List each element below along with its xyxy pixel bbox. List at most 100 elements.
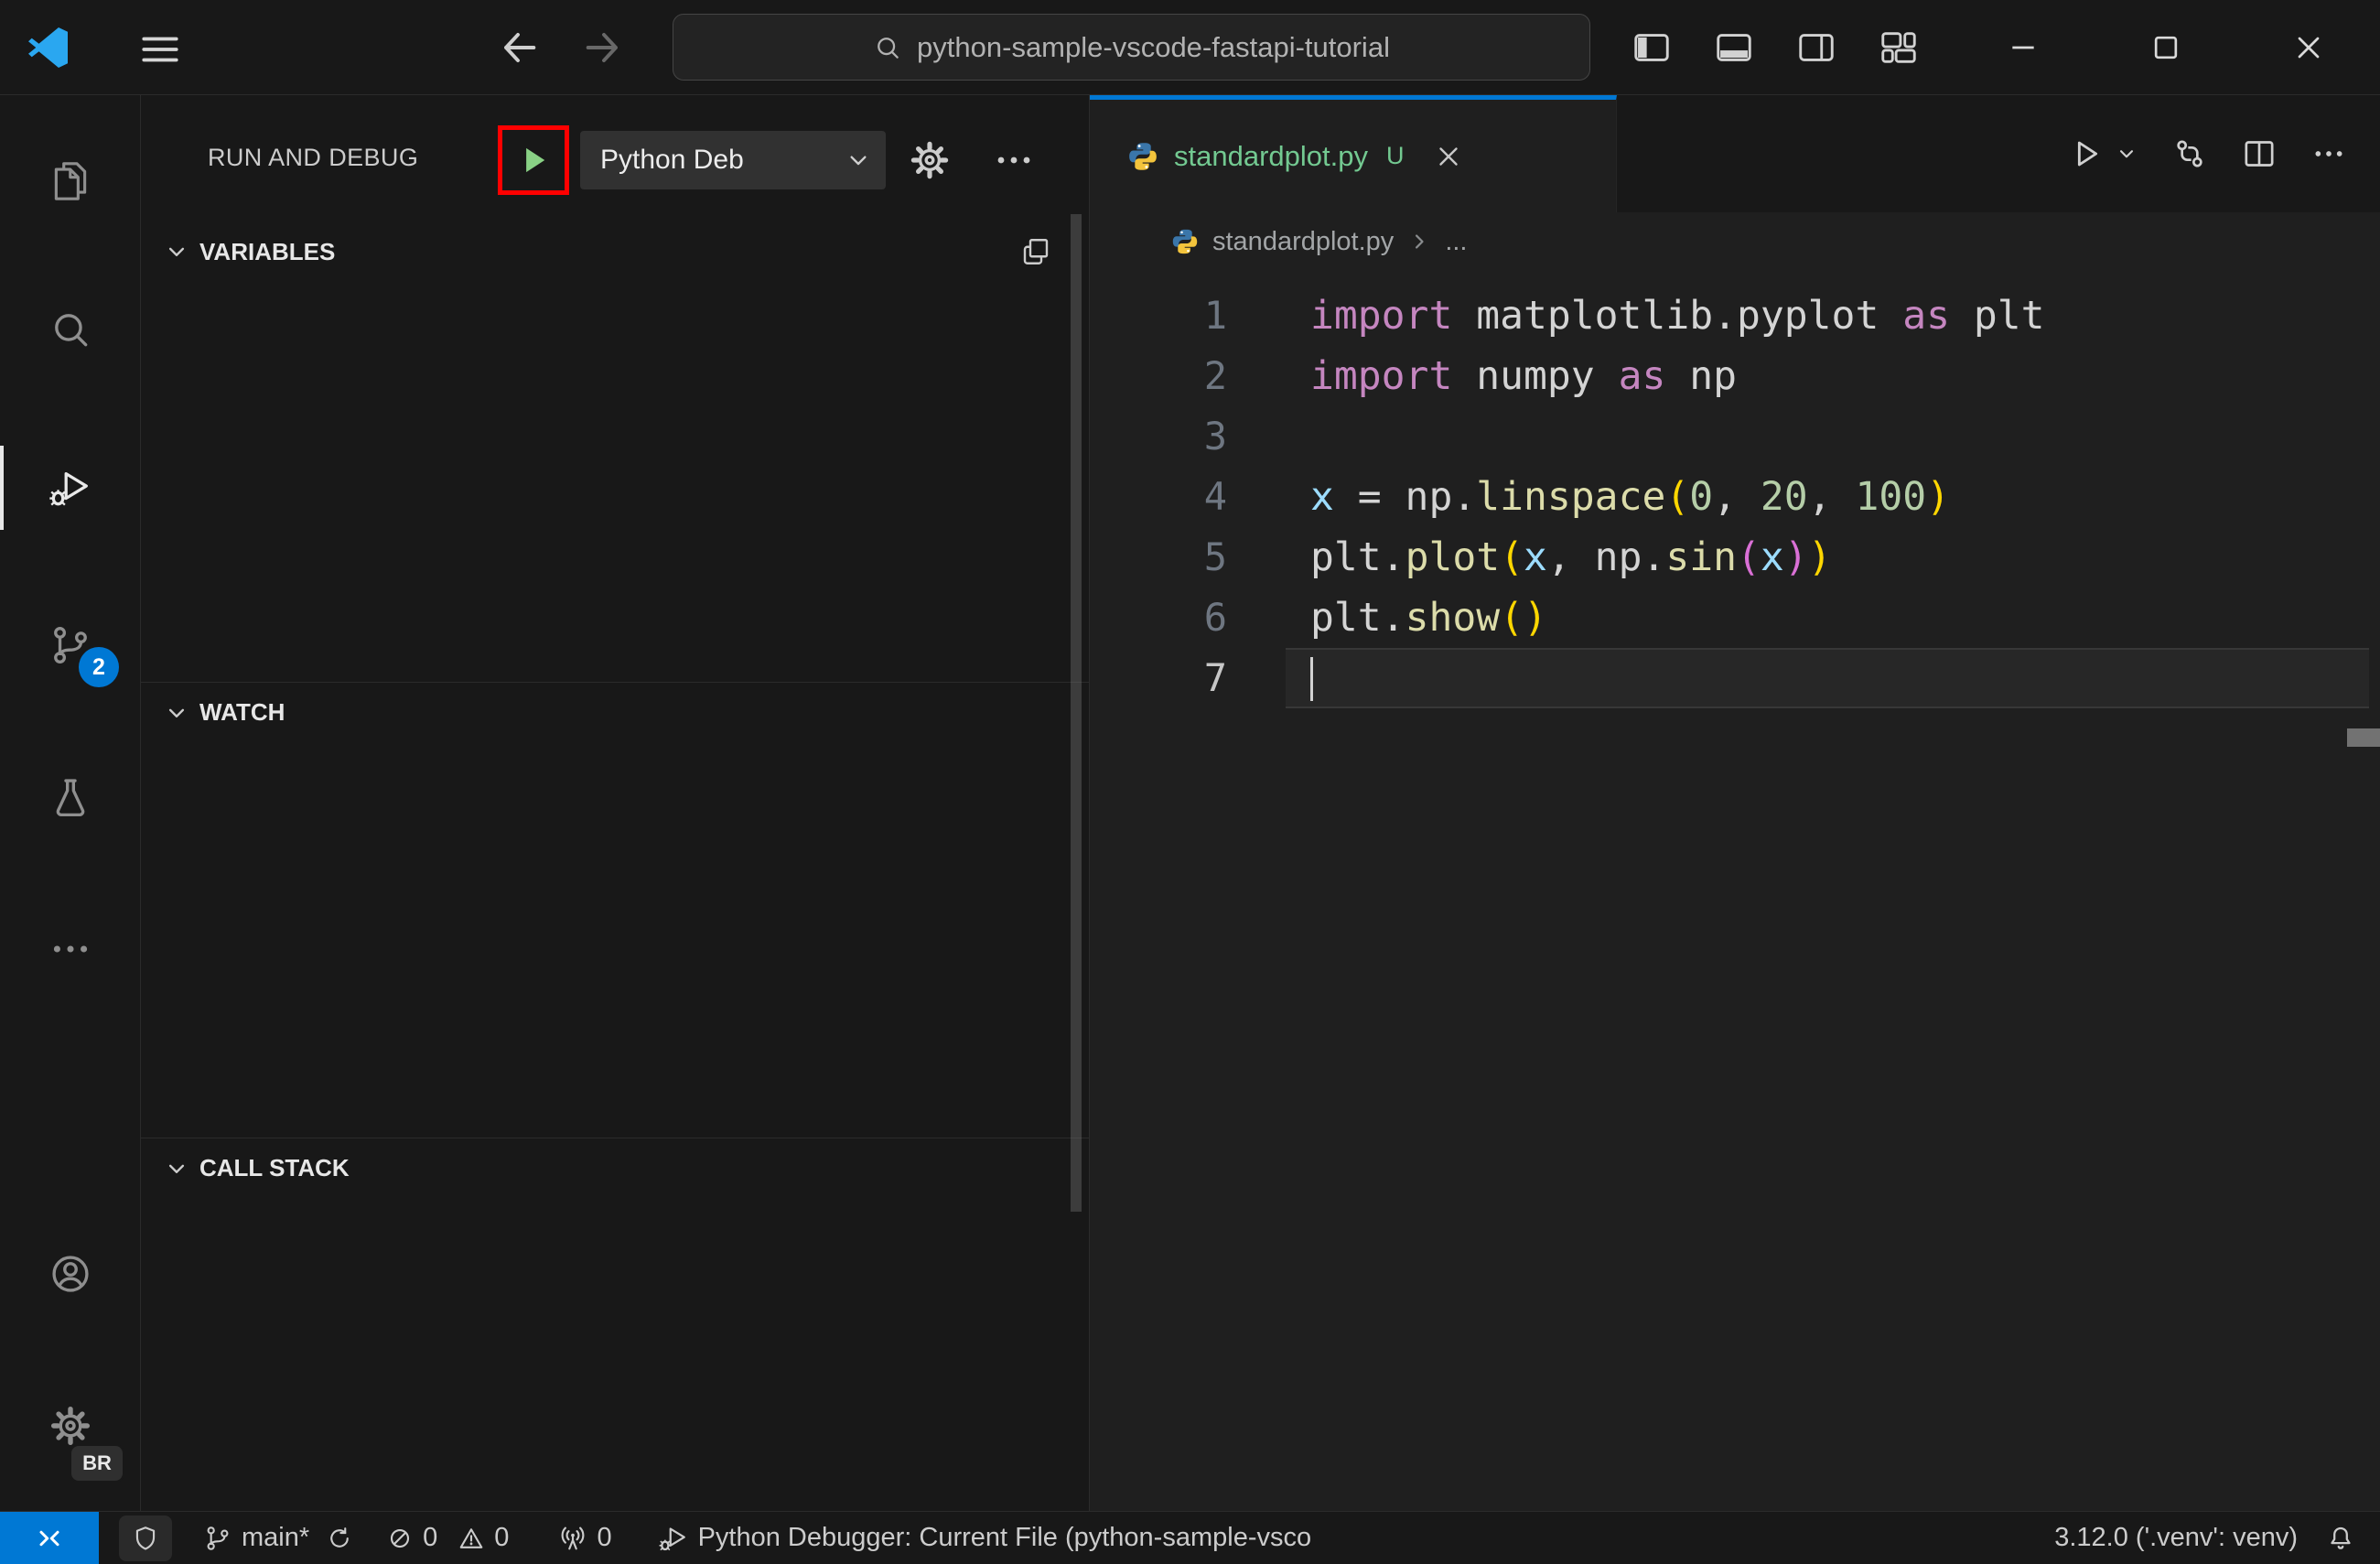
tab-label: standardplot.py: [1174, 139, 1368, 172]
menu-icon[interactable]: [137, 27, 183, 69]
debugger-label: Python Debugger: Current File (python-sa…: [697, 1523, 1312, 1552]
code-line[interactable]: x = np.linspace(0, 20, 100): [1286, 467, 2369, 527]
ports-status[interactable]: 0: [542, 1512, 628, 1564]
problems-status[interactable]: 0 0: [370, 1512, 525, 1564]
section-watch[interactable]: WATCH: [141, 682, 1089, 742]
scm-badge: 2: [79, 647, 119, 687]
back-arrow-icon[interactable]: [494, 24, 542, 71]
maximize-button[interactable]: [2095, 0, 2237, 95]
minimize-button[interactable]: [1952, 0, 2095, 95]
chevron-right-icon: [1406, 229, 1432, 254]
workspace-trust-button[interactable]: [119, 1515, 172, 1561]
account-icon: [48, 1251, 93, 1297]
run-and-debug-panel: RUN AND DEBUG Python Deb VARIABLES WATCH…: [141, 95, 1090, 1511]
warning-count: 0: [494, 1523, 510, 1552]
code-line[interactable]: plt.plot(x, np.sin(x)): [1286, 527, 2369, 588]
title-bar: python-sample-vscode-fastapi-tutorial: [0, 0, 2380, 95]
activity-explorer[interactable]: [0, 139, 141, 223]
bell-icon[interactable]: [2325, 1523, 2356, 1554]
line-number: 5: [1203, 534, 1227, 579]
tab-standardplot[interactable]: standardplot.py U: [1090, 95, 1617, 212]
line-number: 1: [1203, 293, 1227, 338]
code-line[interactable]: import matplotlib.pyplot as plt: [1286, 286, 2369, 346]
run-and-debug-icon: [48, 465, 93, 511]
activity-run-and-debug[interactable]: [0, 446, 141, 530]
debugger-status[interactable]: Python Debugger: Current File (python-sa…: [641, 1512, 1329, 1564]
error-icon: [386, 1525, 414, 1552]
breadcrumb[interactable]: standardplot.py ...: [1090, 212, 2380, 271]
chevron-down-icon: [163, 699, 190, 727]
shield-icon: [131, 1524, 160, 1553]
debug-config-dropdown[interactable]: Python Deb: [580, 131, 886, 189]
branch-status[interactable]: main*: [187, 1512, 370, 1564]
remote-indicator[interactable]: [0, 1512, 99, 1564]
text-cursor: [1310, 657, 1313, 701]
layout-controls: [1631, 0, 1920, 95]
line-number: 2: [1203, 353, 1227, 398]
status-bar: main* 0 0 0 Python Debugger: Current Fil…: [0, 1511, 2380, 1564]
split-editor-icon[interactable]: [2241, 135, 2278, 172]
section-label: CALL STACK: [199, 1154, 350, 1181]
activity-accounts[interactable]: [0, 1232, 141, 1316]
toggle-secondary-sidebar-icon[interactable]: [1795, 27, 1837, 69]
copy-icon[interactable]: [1019, 235, 1052, 268]
activity-source-control[interactable]: 2: [0, 603, 141, 687]
status-right: 3.12.0 ('.venv': venv): [2054, 1523, 2380, 1554]
customize-layout-icon[interactable]: [1878, 27, 1920, 69]
close-button[interactable]: [2237, 0, 2380, 95]
line-number: 6: [1203, 595, 1227, 640]
search-icon: [48, 307, 93, 352]
branch-name: main*: [242, 1523, 310, 1552]
panel-title: RUN AND DEBUG: [208, 144, 419, 171]
chevron-down-icon: [163, 238, 190, 265]
tab-close-icon[interactable]: [1433, 141, 1464, 172]
run-python-file-icon[interactable]: [2067, 135, 2104, 172]
python-file-icon: [1126, 140, 1159, 173]
section-call-stack[interactable]: CALL STACK: [141, 1138, 1089, 1198]
breadcrumb-file[interactable]: standardplot.py: [1212, 227, 1394, 257]
panel-more-actions-icon[interactable]: [992, 138, 1036, 182]
code-area[interactable]: 1 2 3 4 5 6 7 import matplotlib.pyplot as plt i…: [1090, 271, 2380, 1511]
code-line[interactable]: plt.show(): [1286, 588, 2369, 648]
tab-git-status: U: [1385, 142, 1405, 169]
start-debugging-button[interactable]: [506, 133, 561, 188]
command-center-value: python-sample-vscode-fastapi-tutorial: [917, 30, 1390, 63]
tab-bar: standardplot.py U: [1090, 95, 2380, 212]
annotation-highlight: [498, 125, 569, 195]
sidebar-scrollbar[interactable]: [1071, 214, 1082, 1212]
window-controls: [1952, 0, 2380, 95]
editor-group: standardplot.py U standardplot.py ... 1 2…: [1090, 95, 2380, 1511]
section-label: VARIABLES: [199, 237, 336, 265]
toggle-sidebar-icon[interactable]: [1631, 27, 1673, 69]
chevron-down-icon: [844, 146, 873, 175]
radio-tower-icon: [558, 1524, 587, 1553]
activity-more[interactable]: [0, 907, 141, 991]
code-line[interactable]: [1286, 648, 2369, 708]
activity-settings[interactable]: BR: [0, 1384, 141, 1483]
run-dropdown-chevron-icon[interactable]: [2115, 142, 2138, 166]
files-icon: [48, 158, 93, 204]
open-changes-icon[interactable]: [2171, 135, 2208, 172]
vscode-logo-icon: [26, 25, 71, 70]
editor-actions: [2067, 95, 2347, 212]
gutter: 1 2 3 4 5 6 7: [1090, 286, 1227, 708]
debug-status-icon: [658, 1523, 689, 1554]
line-number: 3: [1203, 414, 1227, 458]
section-variables[interactable]: VARIABLES: [141, 221, 1089, 282]
code-line[interactable]: [1286, 406, 2369, 467]
overview-ruler-mark: [2347, 728, 2380, 747]
gear-icon: [48, 1403, 93, 1449]
chevron-down-icon: [163, 1155, 190, 1182]
breadcrumb-symbol-picker[interactable]: ...: [1445, 227, 1467, 257]
toggle-panel-icon[interactable]: [1713, 27, 1755, 69]
git-branch-icon: [203, 1524, 232, 1553]
command-center-search[interactable]: python-sample-vscode-fastapi-tutorial: [673, 14, 1590, 81]
python-interpreter[interactable]: 3.12.0 ('.venv': venv): [2054, 1523, 2298, 1553]
code-line[interactable]: import numpy as np: [1286, 346, 2369, 406]
debug-settings-gear-icon[interactable]: [908, 138, 952, 182]
editor-more-actions-icon[interactable]: [2310, 135, 2347, 172]
profile-badge: BR: [70, 1444, 124, 1483]
activity-testing[interactable]: [0, 755, 141, 839]
activity-search[interactable]: [0, 287, 141, 372]
forward-arrow-icon[interactable]: [580, 24, 628, 71]
